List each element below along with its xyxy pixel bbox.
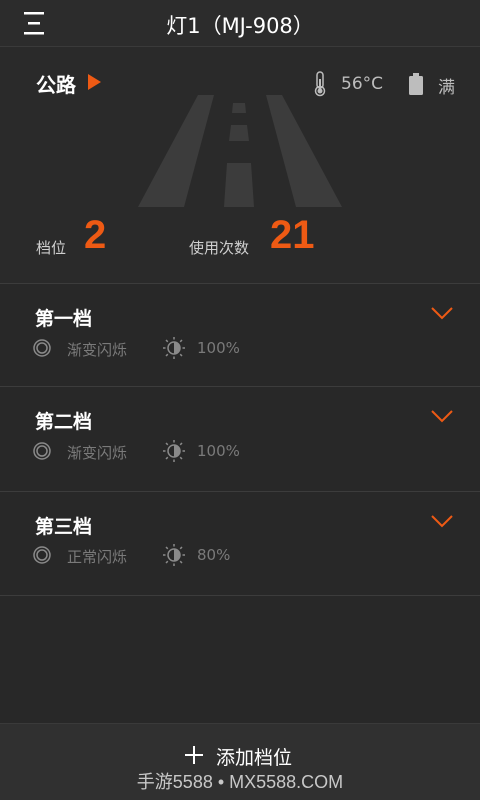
- thermometer-icon: [314, 71, 326, 97]
- brightness-icon: [163, 544, 185, 566]
- brightness-text: 100%: [197, 442, 240, 460]
- flash-mode-text: 渐变闪烁: [67, 341, 128, 359]
- plus-icon: [185, 746, 203, 764]
- brightness-text: 100%: [197, 339, 240, 357]
- temperature-value: 56°C: [341, 74, 384, 94]
- usage-value: 21: [270, 213, 315, 257]
- level-name: 第二档: [35, 411, 93, 433]
- gear-caption: 档位: [36, 239, 67, 257]
- top-bar: 灯1（MJ-908）: [0, 0, 480, 47]
- flash-mode-icon: [33, 546, 51, 564]
- flash-mode-text: 渐变闪烁: [67, 444, 128, 462]
- divider: [0, 595, 480, 596]
- chevron-down-icon[interactable]: [430, 409, 454, 423]
- battery-icon: [409, 73, 423, 95]
- battery-value: 满: [438, 78, 455, 98]
- watermark: 手游5588 • MX5588.COM: [136, 772, 344, 792]
- level-name: 第三档: [35, 516, 93, 538]
- brightness-icon: [163, 337, 185, 359]
- brightness-text: 80%: [197, 546, 231, 564]
- brightness-icon: [163, 440, 185, 462]
- road-mode-label[interactable]: 公路: [36, 69, 76, 98]
- level-row[interactable]: 第一档 渐变闪烁 100%: [0, 283, 480, 387]
- play-arrow-icon[interactable]: [88, 74, 102, 90]
- gear-value: 2: [84, 213, 107, 257]
- chevron-down-icon[interactable]: [430, 306, 454, 320]
- flash-mode-text: 正常闪烁: [67, 548, 128, 566]
- level-row[interactable]: 第二档 渐变闪烁 100%: [0, 386, 480, 490]
- page-title: 灯1（MJ-908）: [166, 14, 314, 38]
- usage-caption: 使用次数: [189, 239, 250, 257]
- level-row[interactable]: 第三档 正常闪烁 80%: [0, 491, 480, 595]
- bottom-bar: 添加档位 手游5588 • MX5588.COM: [0, 723, 480, 800]
- flash-mode-icon: [33, 442, 51, 460]
- flash-mode-icon: [33, 339, 51, 357]
- level-name: 第一档: [35, 308, 93, 330]
- add-level-label: 添加档位: [216, 747, 293, 769]
- chevron-down-icon[interactable]: [430, 514, 454, 528]
- status-panel: 公路 56°C 满 档位 2 使用次数 21: [0, 47, 480, 283]
